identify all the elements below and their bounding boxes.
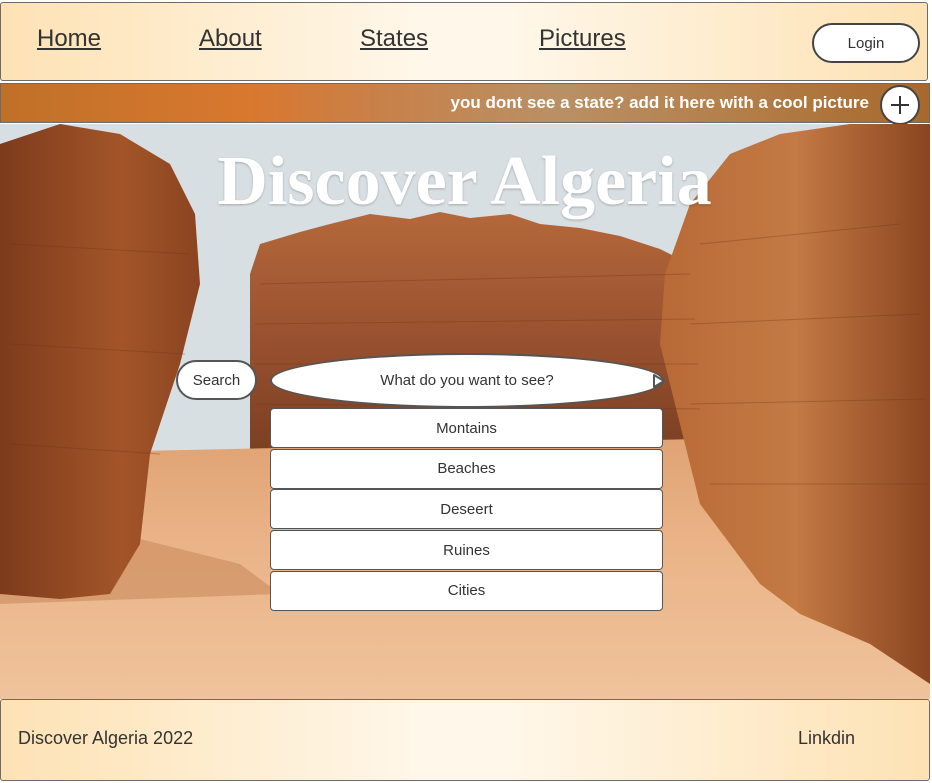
top-navbar: Home About States Pictures Login <box>0 2 928 81</box>
add-state-banner: you dont see a state? add it here with a… <box>0 83 930 125</box>
option-ruins[interactable]: Ruines <box>270 530 663 571</box>
search-button[interactable]: Search <box>176 360 257 400</box>
hero-title: Discover Algeria <box>217 143 712 220</box>
footer-brand: Discover Algeria 2022 <box>18 728 194 748</box>
plus-icon <box>891 96 909 114</box>
option-desert[interactable]: Deseert <box>270 489 663 530</box>
search-input[interactable] <box>302 369 632 391</box>
add-state-banner-text[interactable]: you dont see a state? add it here with a… <box>451 93 869 113</box>
search-field[interactable] <box>270 353 666 408</box>
play-icon[interactable] <box>652 374 666 388</box>
nav-link-home[interactable]: Home <box>37 25 101 53</box>
footer: Discover Algeria 2022 Linkdin <box>0 699 930 781</box>
option-beaches[interactable]: Beaches <box>270 448 663 489</box>
linkedin-link[interactable]: Linkdin <box>798 728 855 749</box>
option-cities[interactable]: Cities <box>270 570 663 611</box>
page: Home About States Pictures Login you don… <box>0 0 932 783</box>
nav-link-states[interactable]: States <box>360 25 428 53</box>
option-mountains[interactable]: Montains <box>270 408 663 448</box>
nav-link-pictures[interactable]: Pictures <box>539 25 626 53</box>
login-button[interactable]: Login <box>812 23 920 63</box>
hero-section: Discover Algeria Search Montains Beaches… <box>0 124 930 699</box>
category-options-list: Montains Beaches Deseert Ruines Cities <box>270 408 663 611</box>
add-state-button[interactable] <box>880 85 920 125</box>
nav-link-about[interactable]: About <box>199 25 262 53</box>
